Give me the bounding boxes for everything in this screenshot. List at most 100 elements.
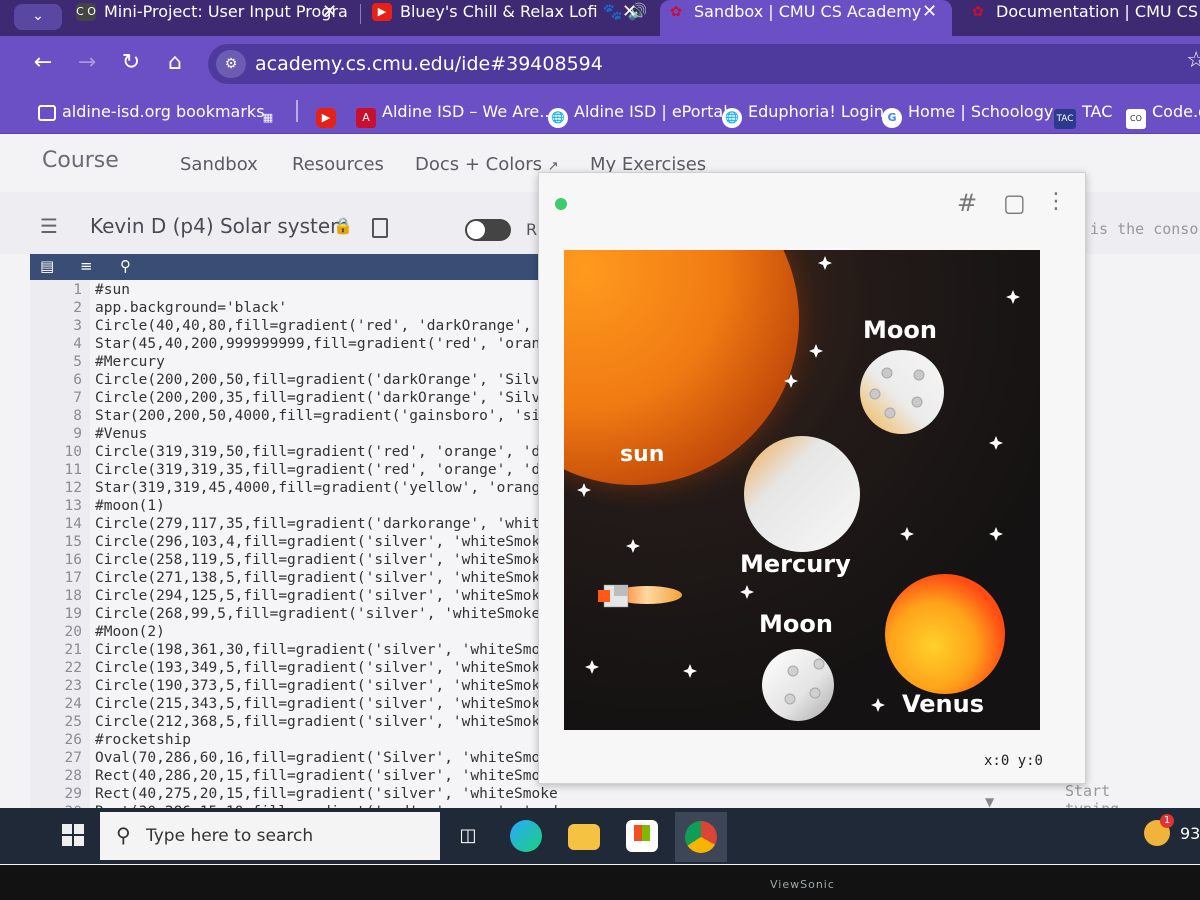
- code-text: Circle(279,117,35,fill=gradient('darkora…: [95, 516, 549, 532]
- canvas-window: # ▢ ⋮ sun Moon Mercury Moon Venus x:0 y:…: [538, 172, 1086, 784]
- code-text: Circle(200,200,50,fill=gradient('darkOra…: [95, 372, 549, 388]
- code-text: Rect(40,286,20,15,fill=gradient('silver'…: [95, 768, 549, 784]
- bookmark-aldine-folder[interactable]: aldine-isd.org bookmarks: [38, 102, 265, 121]
- aldine-a-icon: A: [356, 108, 376, 128]
- bookmark-label: Home | Schoology: [908, 102, 1054, 121]
- task-view-icon[interactable]: ◫: [452, 820, 484, 852]
- address-bar[interactable]: ⚙ academy.cs.cmu.edu/ide#39408594 ☆: [208, 44, 1200, 84]
- line-number: 3: [73, 318, 82, 334]
- code-text: Circle(258,119,5,fill=gradient('silver',…: [95, 552, 549, 568]
- bookmark-eportal[interactable]: 🌐 Aldine ISD | ePortal: [548, 102, 728, 128]
- back-icon[interactable]: ←: [28, 48, 58, 78]
- more-options-icon[interactable]: ⋮: [1045, 189, 1067, 214]
- bookmark-schoology[interactable]: G Home | Schoology: [882, 102, 1053, 128]
- tab-mini-project[interactable]: C O Mini-Project: User Input Progra ✕: [70, 0, 350, 32]
- code-text: #rocketship: [95, 732, 192, 748]
- search-icon[interactable]: ⚲: [120, 257, 131, 275]
- nav-resources[interactable]: Resources: [292, 154, 384, 175]
- bookmark-label: Eduphoria! Login: [748, 102, 884, 121]
- nav-course[interactable]: Course: [42, 148, 119, 173]
- site-info-icon[interactable]: ⚙: [216, 50, 246, 78]
- bookmark-tac[interactable]: TAC TAC: [1054, 102, 1112, 129]
- line-number: 13: [64, 498, 82, 514]
- close-icon[interactable]: ✕: [622, 0, 637, 24]
- bookmark-youtube[interactable]: ▶: [316, 102, 342, 128]
- cmu-dragon-icon: ✿: [670, 4, 682, 20]
- tab-sandbox[interactable]: ✿ Sandbox | CMU CS Academy ✕: [660, 0, 952, 36]
- tab-strip: ⌄ C O Mini-Project: User Input Progra ✕ …: [0, 0, 1200, 36]
- taskbar-search[interactable]: ⚲ Type here to search: [100, 812, 440, 860]
- grid-icon[interactable]: #: [957, 189, 977, 217]
- tab-label: Mini-Project: User Input Progra: [104, 2, 348, 21]
- bookmark-aldine-we-are[interactable]: A Aldine ISD – We Are...: [356, 102, 555, 128]
- menu-icon[interactable]: ☰: [40, 214, 58, 238]
- copy-icon[interactable]: [372, 218, 388, 238]
- line-number: 21: [64, 642, 82, 658]
- line-number: 11: [64, 462, 82, 478]
- chrome-active-tile[interactable]: [675, 812, 727, 862]
- line-number: 8: [73, 408, 82, 424]
- url-text[interactable]: academy.cs.cmu.edu/ide#39408594: [255, 53, 603, 75]
- code-text: Circle(319,319,35,fill=gradient('red', '…: [95, 462, 549, 478]
- code-text: Circle(294,125,5,fill=gradient('silver',…: [95, 588, 549, 604]
- code-text: #sun: [95, 282, 130, 298]
- code-text: Circle(296,103,4,fill=gradient('silver',…: [95, 534, 549, 550]
- store-icon[interactable]: [626, 820, 658, 852]
- bookmark-code-org[interactable]: CO Code.o: [1126, 102, 1200, 129]
- monitor-bezel: [0, 865, 1200, 900]
- tab-bluey-lofi[interactable]: ▶ Bluey's Chill & Relax Lofi 🐾 🔊 ✕: [366, 0, 646, 32]
- indent-icon[interactable]: ≡: [80, 257, 93, 275]
- line-number: 28: [64, 768, 82, 784]
- format-icon[interactable]: ▤: [40, 257, 54, 275]
- globe-icon: 🌐: [548, 108, 568, 128]
- monitor-brand: ViewSonic: [770, 878, 835, 891]
- close-icon[interactable]: ✕: [922, 0, 937, 24]
- file-explorer-icon[interactable]: [568, 824, 600, 850]
- app-canvas[interactable]: sun Moon Mercury Moon Venus: [564, 250, 1040, 730]
- globe-icon: 🌐: [722, 108, 742, 128]
- forward-icon[interactable]: →: [72, 48, 102, 78]
- cmu-dragon-icon: ✿: [972, 4, 984, 20]
- screen: ⌄ C O Mini-Project: User Input Progra ✕ …: [0, 0, 1200, 865]
- code-text: #Moon(2): [95, 624, 165, 640]
- scroll-down-icon[interactable]: ▼: [985, 795, 994, 809]
- editor-toolbar: ▤ ≡ ⚲: [30, 254, 560, 280]
- nav-sandbox[interactable]: Sandbox: [180, 154, 258, 175]
- code-text: Star(45,40,200,999999999,fill=gradient('…: [95, 336, 549, 352]
- apps-grid-icon[interactable]: ▦: [258, 102, 284, 128]
- edge-icon[interactable]: [510, 820, 542, 852]
- close-icon[interactable]: ✕: [322, 0, 337, 24]
- minimize-icon[interactable]: ▢: [1003, 189, 1026, 217]
- bookmark-label: Aldine ISD | ePortal: [574, 102, 728, 121]
- tab-divider: [360, 4, 361, 24]
- line-number: 9: [73, 426, 82, 442]
- moon-2: [762, 649, 834, 721]
- run-toggle[interactable]: [465, 219, 511, 241]
- label-moon-2: Moon: [759, 610, 833, 638]
- bookmark-label: Aldine ISD – We Are...: [382, 102, 555, 121]
- bookmark-eduphoria[interactable]: 🌐 Eduphoria! Login: [722, 102, 884, 128]
- code-text: Circle(271,138,5,fill=gradient('silver',…: [95, 570, 549, 586]
- bookmark-star-icon[interactable]: ☆: [1186, 48, 1200, 73]
- windows-start-icon[interactable]: [62, 824, 84, 846]
- home-icon[interactable]: ⌂: [160, 48, 190, 78]
- bookmark-label: aldine-isd.org bookmarks: [62, 102, 265, 121]
- console-hint: is the conso: [1090, 220, 1199, 238]
- monitor-frame: ⌄ C O Mini-Project: User Input Progra ✕ …: [0, 0, 1200, 900]
- line-number: 19: [64, 606, 82, 622]
- code-editor[interactable]: 1 #sun 2 app.background='black' 3 Circle(40,4…: [30, 280, 560, 810]
- line-number: 24: [64, 696, 82, 712]
- reload-icon[interactable]: ↻: [116, 48, 146, 78]
- code-text: Circle(198,361,30,fill=gradient('silver'…: [95, 642, 549, 658]
- code-text: #Venus: [95, 426, 148, 442]
- line-number: 20: [64, 624, 82, 640]
- line-number: 7: [73, 390, 82, 406]
- tab-search-button[interactable]: ⌄: [14, 4, 62, 30]
- bookmark-label: Code.o: [1152, 102, 1200, 121]
- status-dot: [555, 198, 567, 210]
- tab-documentation[interactable]: ✿ Documentation | CMU CS Aca: [962, 0, 1200, 32]
- notification-icon[interactable]: [1144, 814, 1174, 846]
- search-placeholder: Type here to search: [146, 826, 314, 846]
- mouse-coordinates: x:0 y:0: [983, 753, 1043, 769]
- code-text: Circle(212,368,5,fill=gradient('silver',…: [95, 714, 549, 730]
